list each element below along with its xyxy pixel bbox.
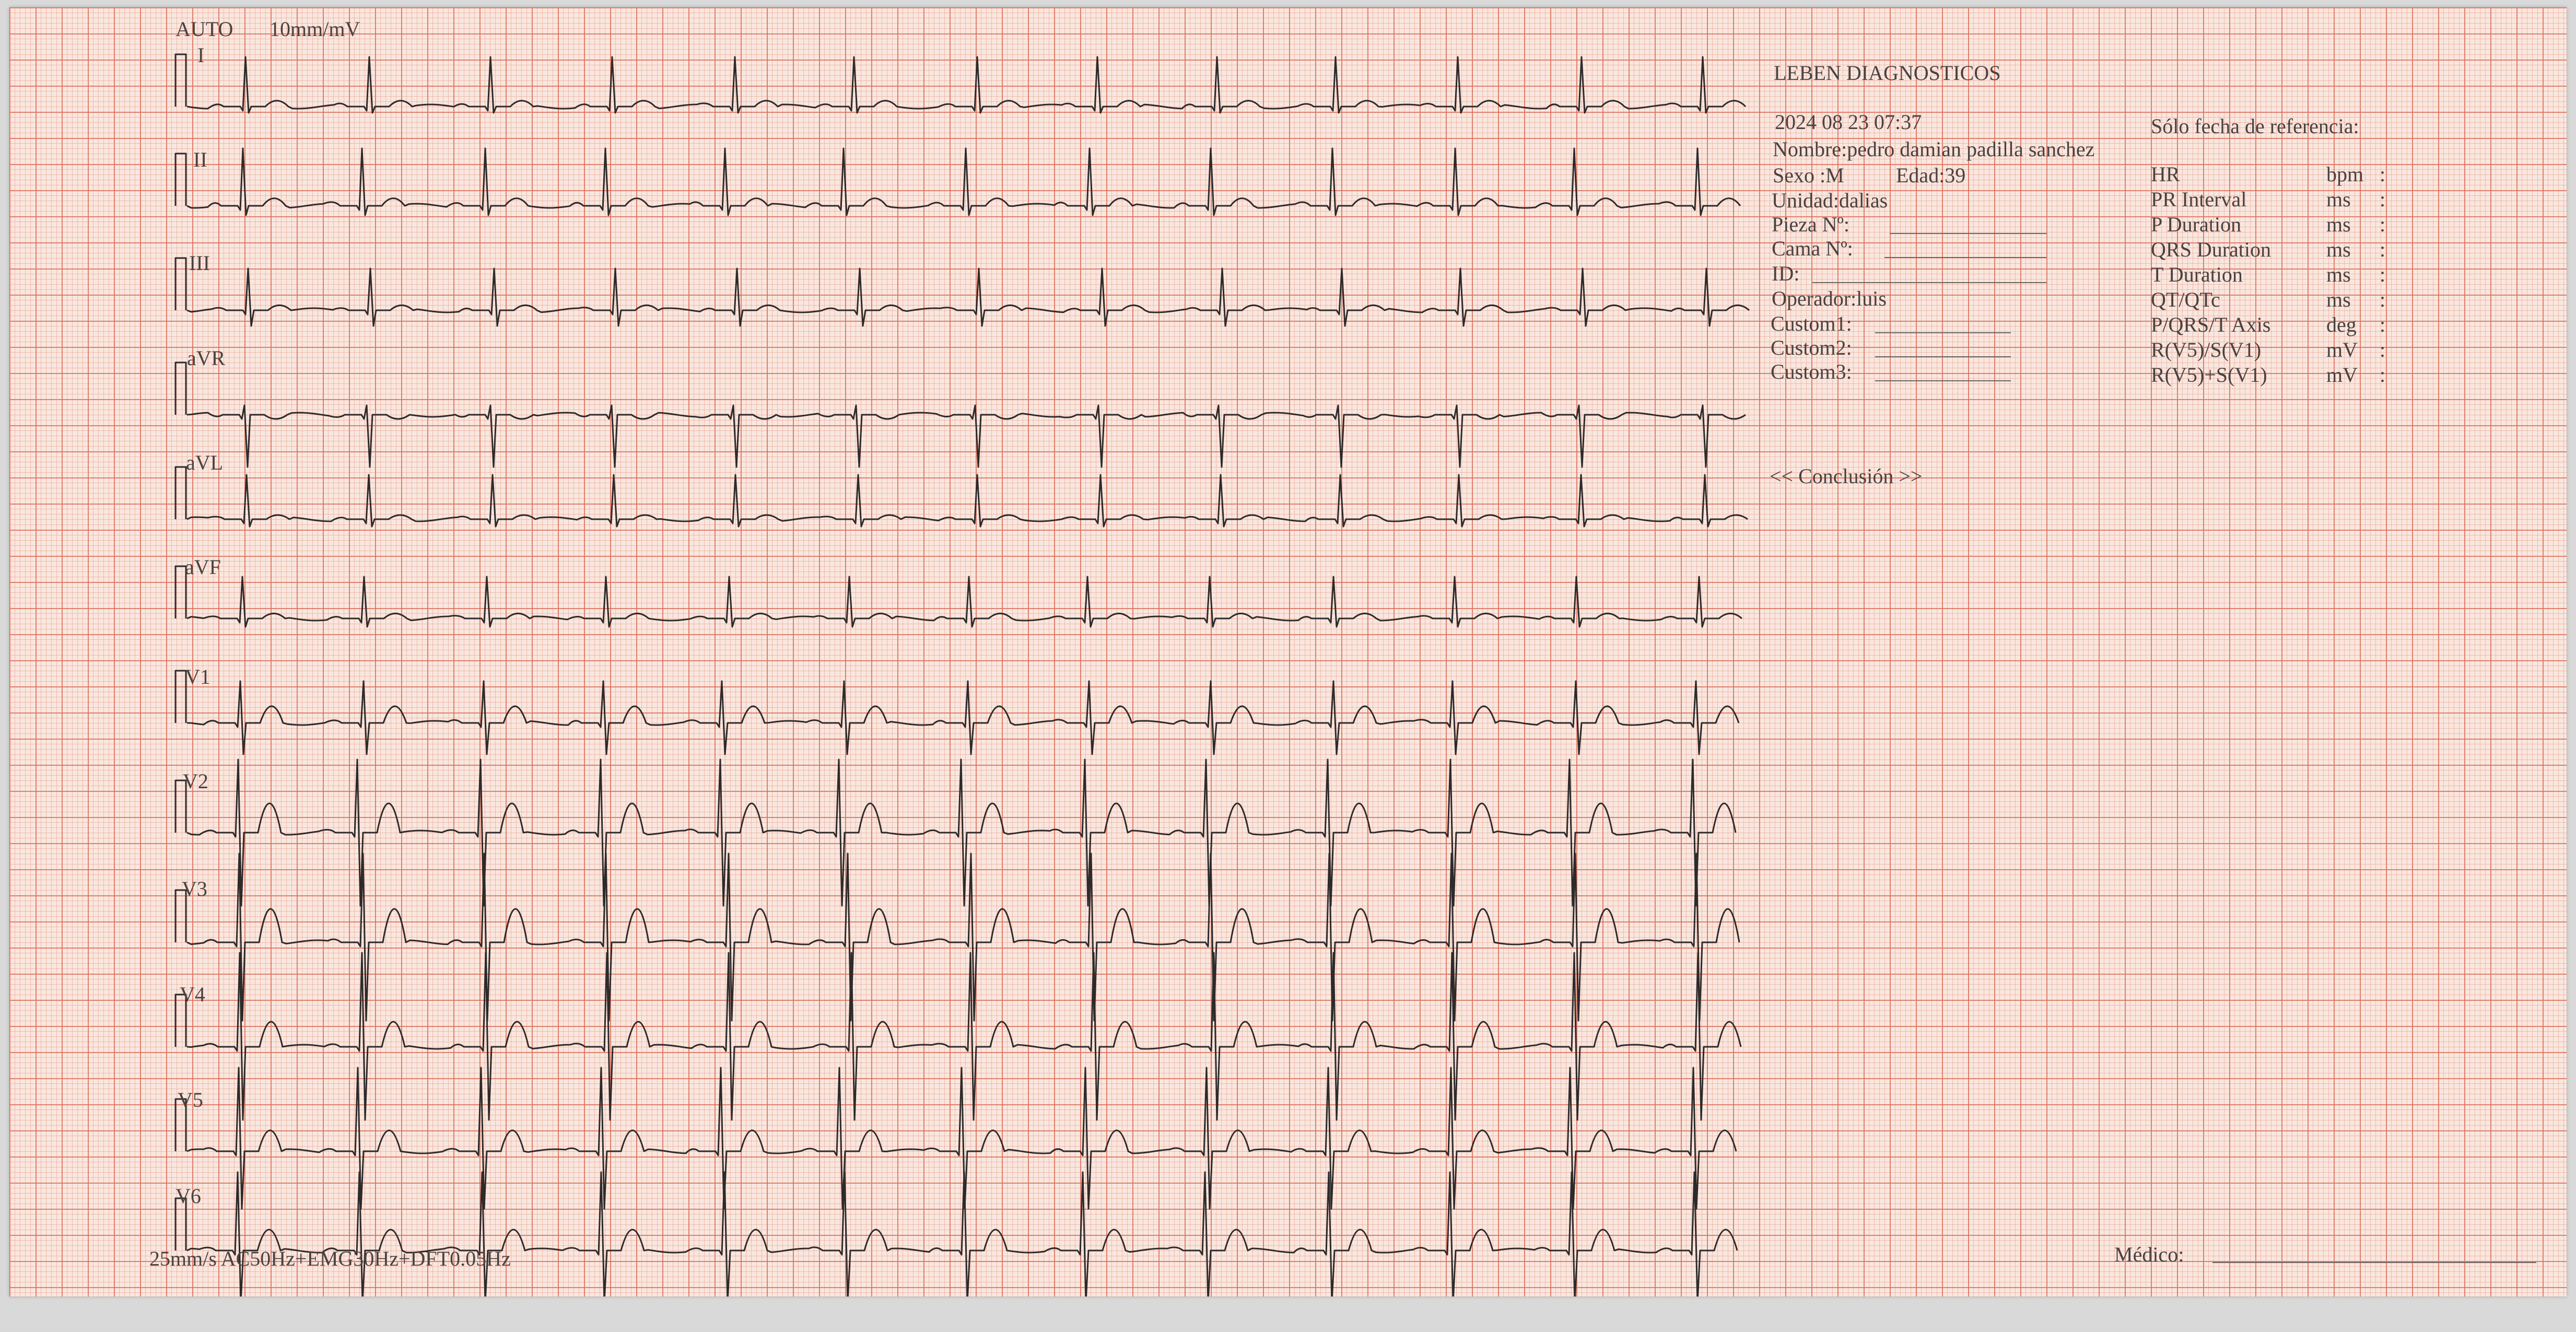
custom2-field: Custom2: [1771, 336, 1852, 359]
measure-rs-sum-label: R(V5)+S(V1) [2151, 363, 2267, 387]
patient-id: ID: [1772, 262, 1800, 285]
custom3-field: Custom3: [1771, 360, 1852, 383]
physician-label: Médico: [2114, 1243, 2184, 1266]
measure-tdur-value: : [2380, 263, 2386, 286]
speed-filter-label: 25mm/s AC50Hz+EMG30Hz+DFT0.05Hz [149, 1247, 511, 1270]
measure-axis-label: P/QRS/T Axis [2151, 313, 2271, 336]
ecg-trace-i [174, 53, 1747, 114]
measure-qt-label: QT/QTc [2151, 288, 2220, 311]
lead-label-v3: V3 [182, 877, 207, 901]
lead-label-avr: aVR [187, 346, 226, 370]
institution-name: LEBEN DIAGNOSTICOS [1774, 61, 2001, 85]
id-field-line [1812, 282, 2046, 283]
lead-label-avf: aVF [185, 555, 221, 579]
lead-label-v5: V5 [178, 1088, 203, 1112]
ecg-trace-ii [174, 147, 1741, 216]
measure-rs-sum-value: : [2380, 363, 2386, 387]
measure-rs-ratio-label: R(V5)/S(V1) [2151, 338, 2262, 361]
measure-tdur-unit: ms [2326, 263, 2351, 286]
ecg-trace-v3 [174, 852, 1740, 1022]
room-field-line [1890, 233, 2046, 234]
measure-rs-sum-unit: mV [2326, 363, 2358, 387]
measure-tdur-label: T Duration [2151, 263, 2243, 286]
ecg-trace-v2 [174, 758, 1737, 907]
measure-axis-unit: deg [2326, 313, 2357, 336]
measure-pr-label: PR Interval [2151, 188, 2247, 211]
lead-label-v4: V4 [180, 983, 205, 1006]
ecg-trace-avr [174, 361, 1746, 468]
ecg-paper: AUTO 10mm/mV I II III aVR aVL aVF V1 V2 … [9, 7, 2567, 1296]
record-datetime: 2024 08 23 07:37 [1775, 110, 1922, 134]
measure-axis-value: : [2380, 313, 2386, 336]
measure-hr-value: : [2380, 162, 2386, 186]
ecg-trace-iii [174, 257, 1750, 327]
mode-label: AUTO [175, 17, 233, 41]
lead-label-i: I [197, 43, 205, 67]
measure-pr-value: : [2380, 188, 2386, 211]
lead-label-iii: III [189, 251, 210, 275]
custom1-field-line [1875, 332, 2011, 333]
lead-label-v1: V1 [185, 665, 210, 688]
patient-name: Nombre:pedro damian padilla sanchez [1773, 137, 2095, 161]
measure-qt-unit: ms [2326, 288, 2351, 311]
lead-label-avl: aVL [186, 451, 224, 474]
patient-unit: Unidad:dalias [1772, 189, 1888, 212]
measure-hr-unit: bpm [2326, 162, 2364, 186]
bed-field-line [1884, 257, 2046, 258]
lead-label-ii: II [193, 148, 207, 171]
custom1-field: Custom1: [1771, 312, 1852, 335]
measure-pdur-value: : [2380, 213, 2386, 236]
measure-pdur-unit: ms [2326, 213, 2351, 236]
lead-label-v6: V6 [175, 1184, 201, 1208]
measure-qt-value: : [2380, 288, 2386, 311]
operator: Operador:luis [1772, 287, 1887, 310]
lead-label-v2: V2 [183, 769, 208, 793]
measure-rs-ratio-value: : [2380, 338, 2386, 361]
gain-label: 10mm/mV [270, 17, 360, 41]
measure-qrs-value: : [2380, 238, 2386, 261]
patient-age: Edad:39 [1896, 163, 1966, 187]
reference-note: Sólo fecha de referencia: [2151, 114, 2359, 138]
physician-signature-line [2212, 1262, 2536, 1263]
measure-hr-label: HR [2151, 162, 2180, 186]
measure-qrs-label: QRS Duration [2151, 238, 2271, 261]
patient-room: Pieza Nº: [1772, 213, 1850, 236]
measure-rs-ratio-unit: mV [2326, 338, 2358, 361]
ecg-trace-v6 [174, 1171, 1738, 1296]
ecg-trace-avl [174, 466, 1748, 528]
custom2-field-line [1875, 356, 2011, 357]
ecg-trace-avf [174, 565, 1742, 628]
ecg-trace-v5 [174, 1067, 1737, 1210]
conclusion-heading: << Conclusión >> [1770, 464, 1923, 488]
ecg-trace-v1 [174, 670, 1740, 755]
measure-pr-unit: ms [2326, 188, 2351, 211]
measure-pdur-label: P Duration [2151, 213, 2241, 236]
custom3-field-line [1875, 380, 2011, 381]
patient-sex: Sexo :M [1773, 163, 1844, 187]
ecg-trace-v4 [174, 952, 1742, 1121]
measure-qrs-unit: ms [2326, 238, 2351, 261]
patient-bed: Cama Nº: [1772, 237, 1853, 260]
